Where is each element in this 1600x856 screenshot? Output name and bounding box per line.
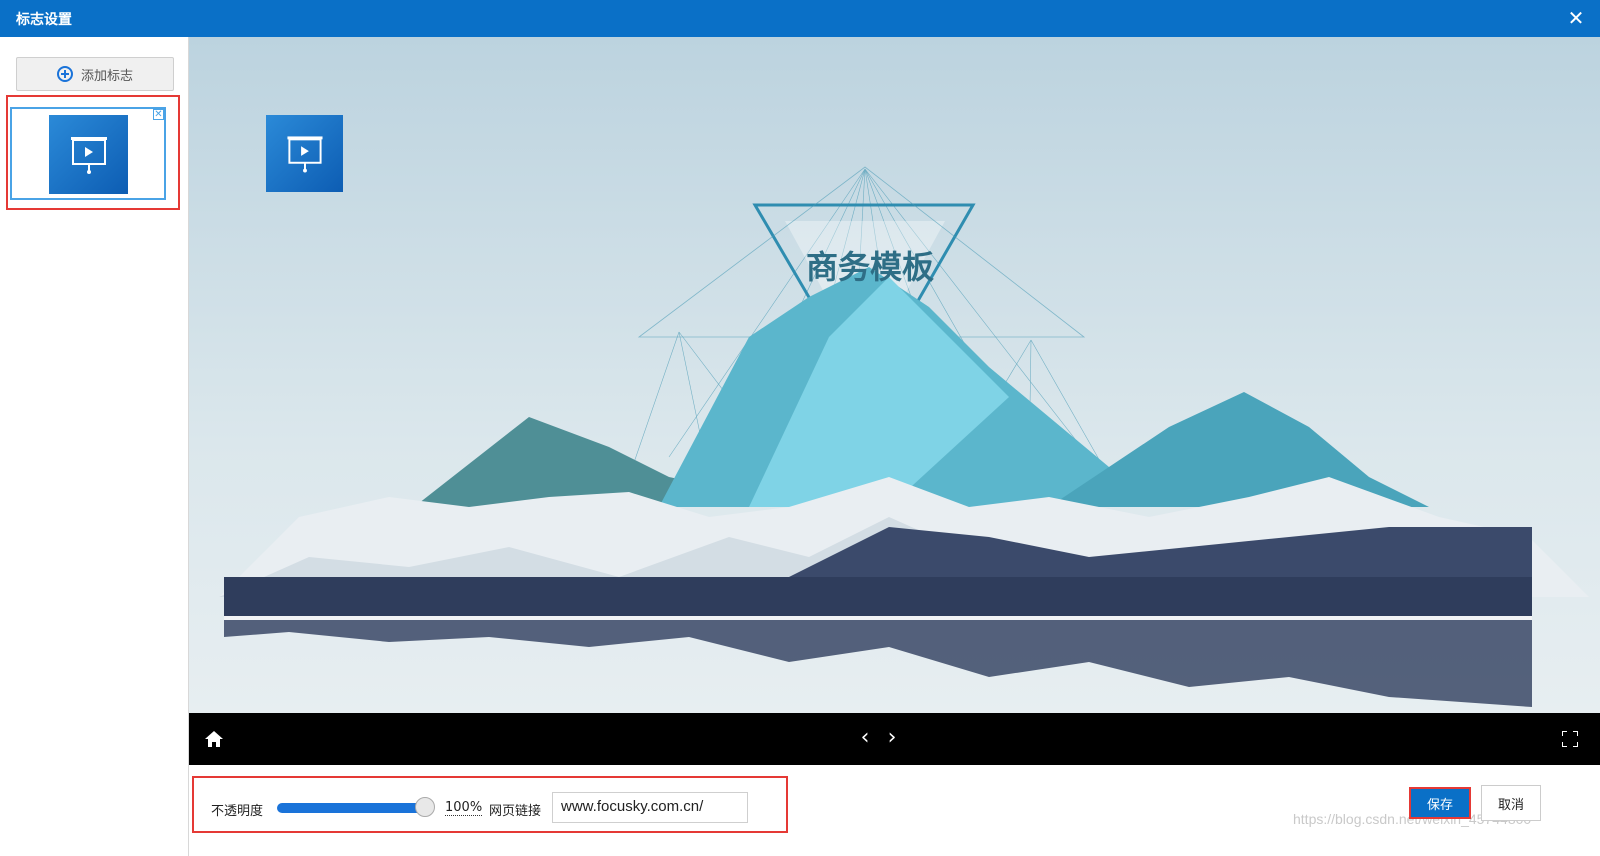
next-slide-icon[interactable]: › [882, 726, 902, 750]
presentation-icon [71, 137, 107, 174]
add-logo-label: 添加标志 [80, 68, 133, 84]
opacity-slider-handle[interactable] [415, 797, 435, 817]
fullscreen-icon[interactable] [1562, 731, 1578, 747]
slide-preview: 商务模板 [189, 37, 1600, 713]
opacity-value: 100% [445, 800, 483, 816]
url-input[interactable]: www.focusky.com.cn/ [552, 792, 748, 823]
mountain-illustration [219, 166, 1589, 707]
plus-circle-icon [56, 66, 73, 82]
logo-sidebar: 添加标志 ✕ [0, 37, 189, 856]
preview-logo[interactable] [266, 115, 343, 192]
logo-card[interactable]: ✕ [10, 107, 166, 200]
playback-bar: ‹ › [189, 713, 1600, 765]
cancel-button[interactable]: 取消 [1481, 785, 1541, 821]
slide-title: 商务模板 [805, 248, 934, 286]
presentation-icon [287, 136, 323, 173]
save-button[interactable]: 保存 [1409, 787, 1471, 819]
delete-logo-icon[interactable]: ✕ [153, 109, 164, 120]
title-bar: 标志设置 ✕ [0, 0, 1600, 37]
window-title: 标志设置 [16, 12, 72, 28]
prev-slide-icon[interactable]: ‹ [855, 726, 875, 750]
add-logo-button[interactable]: 添加标志 [16, 57, 174, 91]
url-label: 网页链接 [489, 804, 542, 819]
close-icon[interactable]: ✕ [1562, 4, 1590, 32]
logo-thumbnail [49, 115, 128, 194]
opacity-label: 不透明度 [211, 804, 264, 819]
home-icon[interactable] [205, 731, 223, 747]
settings-bar: 不透明度 100% 网页链接 www.focusky.com.cn/ https… [189, 765, 1600, 856]
opacity-slider[interactable] [277, 803, 433, 813]
